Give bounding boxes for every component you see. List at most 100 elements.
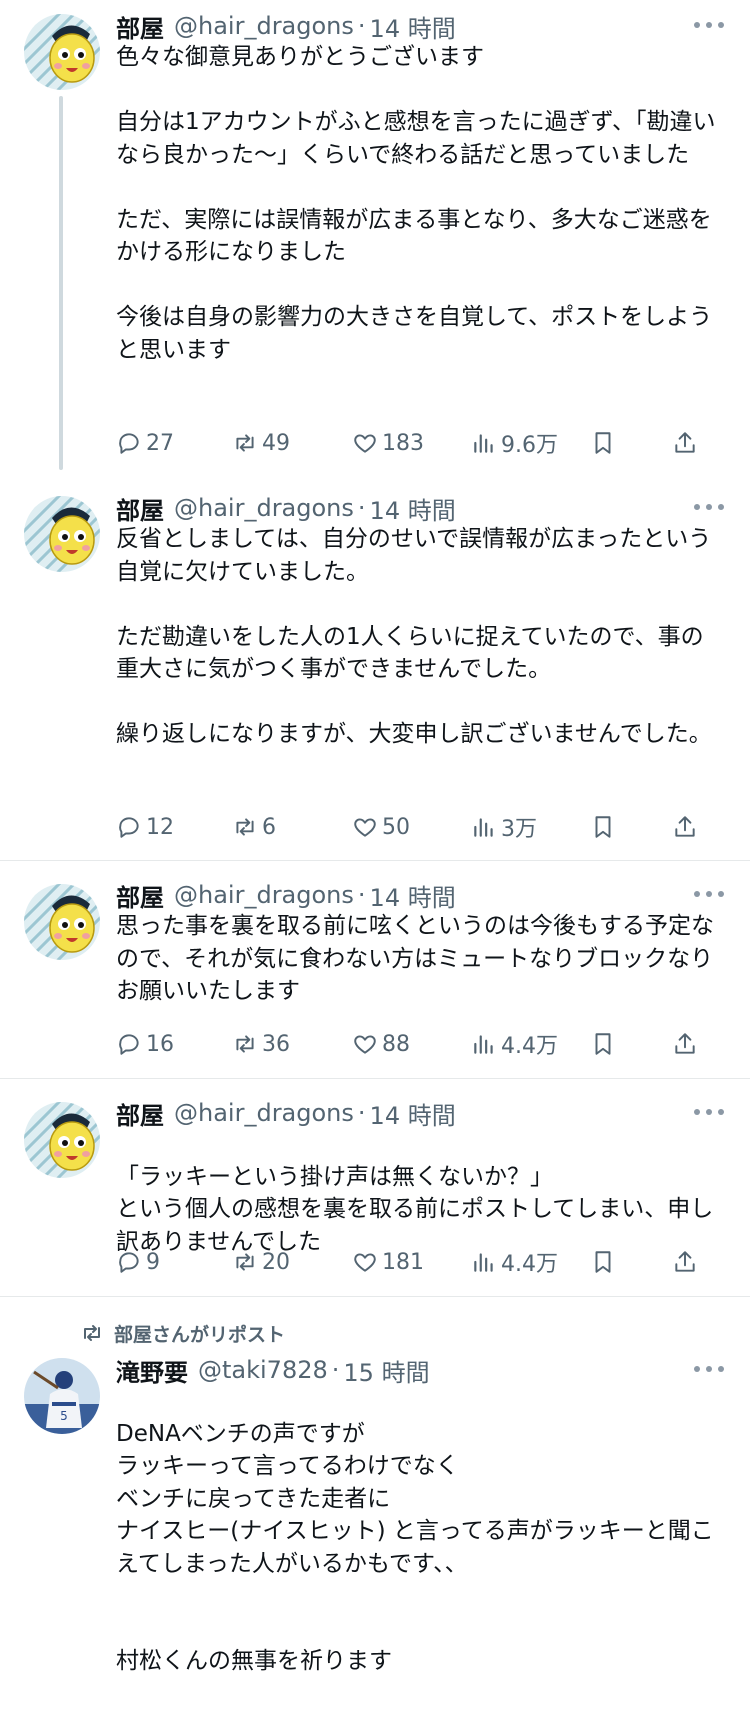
reply-button[interactable]: 16: [116, 1028, 174, 1060]
separator: ·: [357, 881, 366, 909]
like-button[interactable]: 88: [352, 1028, 410, 1060]
share-button[interactable]: [672, 427, 702, 459]
bookmark-button[interactable]: [590, 427, 620, 459]
tweet-header: 部屋 @hair_dragons · 14 時間: [116, 8, 456, 44]
avatar[interactable]: [24, 1102, 100, 1178]
mascot-avatar-image: [24, 1102, 100, 1178]
view-count: 4.4万: [501, 1034, 558, 1059]
timestamp[interactable]: 14 時間: [370, 1096, 456, 1131]
heart-icon: [354, 818, 376, 837]
tweet-paragraph: 思った事を裏を取る前に呟くというのは今後もする予定なので、それが気に食わない方は…: [116, 913, 714, 1004]
share-icon: [675, 1251, 695, 1272]
timestamp[interactable]: 14 時間: [370, 878, 456, 913]
views-icon: [474, 1253, 493, 1272]
timestamp[interactable]: 14 時間: [370, 9, 456, 44]
repost-button[interactable]: 20: [232, 1246, 290, 1278]
reply-icon: [119, 433, 139, 454]
user-handle[interactable]: @hair_dragons: [174, 1099, 354, 1127]
view-count: 9.6万: [501, 433, 558, 458]
heart-icon: [354, 1035, 376, 1054]
share-button[interactable]: [672, 811, 702, 843]
tweet[interactable]: 部屋 @hair_dragons · 14 時間 思った事を裏を取る前に呟くとい…: [0, 861, 750, 1078]
share-icon: [675, 816, 695, 837]
view-count: 3万: [501, 817, 537, 842]
mascot-avatar-image: [24, 496, 100, 572]
repost-icon: [236, 1035, 254, 1053]
repost-count: 20: [262, 1249, 290, 1275]
tweet-text: 反省としましては、自分のせいで誤情報が広まったという自覚に欠けていました。 ただ…: [116, 523, 726, 751]
bookmark-button[interactable]: [590, 1246, 620, 1278]
repost-icon: [236, 818, 254, 836]
tweet-paragraph: 反省としましては、自分のせいで誤情報が広まったという自覚に欠けていました。: [116, 526, 712, 585]
tweet-paragraph: ただ勘違いをした人の1人くらいに捉えていたので、事の重大さに気がつく事ができませ…: [116, 623, 704, 683]
reposted-tweet[interactable]: 部屋さんがリポスト 5 滝野要 @taki7828 · 15 時間 DeNAベン…: [0, 1297, 750, 1674]
share-icon: [675, 432, 695, 453]
display-name[interactable]: 部屋: [116, 1096, 164, 1131]
user-handle[interactable]: @taki7828: [198, 1356, 328, 1384]
bookmark-icon: [595, 1033, 611, 1055]
more-options-icon[interactable]: [694, 1107, 724, 1117]
views-icon: [474, 1035, 493, 1054]
avatar[interactable]: [24, 884, 100, 960]
like-count: 183: [382, 430, 424, 456]
repost-button[interactable]: 36: [232, 1028, 290, 1060]
repost-context-label: 部屋さんがリポスト: [114, 1323, 286, 1346]
reply-button[interactable]: 27: [116, 427, 174, 459]
more-options-icon[interactable]: [694, 20, 724, 30]
user-handle[interactable]: @hair_dragons: [174, 881, 354, 909]
display-name[interactable]: 滝野要: [116, 1353, 188, 1388]
like-button[interactable]: 50: [352, 811, 410, 843]
tweet-header: 部屋 @hair_dragons · 14 時間: [116, 490, 456, 526]
mascot-avatar-image: [24, 884, 100, 960]
view-count: 4.4万: [501, 1252, 558, 1277]
display-name[interactable]: 部屋: [116, 491, 164, 526]
separator: ·: [357, 12, 366, 40]
share-button[interactable]: [672, 1028, 702, 1060]
like-count: 88: [382, 1031, 410, 1057]
avatar[interactable]: [24, 496, 100, 572]
views-button[interactable]: 4.4万: [471, 1028, 558, 1060]
user-handle[interactable]: @hair_dragons: [174, 494, 354, 522]
tweet[interactable]: 部屋 @hair_dragons · 14 時間 「ラッキーという掛け声は無くな…: [0, 1079, 750, 1296]
tweet-header: 滝野要 @taki7828 · 15 時間: [116, 1352, 430, 1388]
tweet-paragraph: 今後は自身の影響力の大きさを自覚して、ポストをしようと思います: [116, 304, 713, 363]
reply-button[interactable]: 12: [116, 811, 174, 843]
tweet-paragraph: 色々な御意見ありがとうございます: [116, 44, 484, 70]
separator: ·: [357, 494, 366, 522]
repost-context[interactable]: 部屋さんがリポスト: [80, 1317, 285, 1349]
repost-icon: [236, 1253, 254, 1271]
tweet[interactable]: 部屋 @hair_dragons · 14 時間 色々な御意見ありがとうございま…: [0, 0, 750, 470]
bookmark-button[interactable]: [590, 1028, 620, 1060]
like-count: 181: [382, 1249, 424, 1275]
tweet[interactable]: 部屋 @hair_dragons · 14 時間 反省としましては、自分のせいで…: [0, 470, 750, 860]
more-options-icon[interactable]: [694, 1364, 724, 1374]
share-button[interactable]: [672, 1246, 702, 1278]
more-options-icon[interactable]: [694, 502, 724, 512]
views-button[interactable]: 4.4万: [471, 1246, 558, 1278]
repost-count: 36: [262, 1031, 290, 1057]
views-button[interactable]: 3万: [471, 811, 537, 843]
timestamp[interactable]: 15 時間: [343, 1353, 429, 1388]
tweet-text: 思った事を裏を取る前に呟くというのは今後もする予定なので、それが気に食わない方は…: [116, 910, 726, 1008]
baseball-player-avatar-image: 5: [24, 1358, 100, 1434]
bookmark-icon: [595, 1251, 611, 1273]
reply-button[interactable]: 9: [116, 1246, 160, 1278]
user-handle[interactable]: @hair_dragons: [174, 12, 354, 40]
display-name[interactable]: 部屋: [116, 878, 164, 913]
views-button[interactable]: 9.6万: [471, 427, 558, 459]
bookmark-button[interactable]: [590, 811, 620, 843]
avatar[interactable]: [24, 14, 100, 90]
timestamp[interactable]: 14 時間: [370, 491, 456, 526]
reply-count: 16: [146, 1031, 174, 1057]
avatar[interactable]: 5: [24, 1358, 100, 1434]
like-button[interactable]: 181: [352, 1246, 424, 1278]
repost-button[interactable]: 49: [232, 427, 290, 459]
more-options-icon[interactable]: [694, 889, 724, 899]
heart-icon: [354, 1253, 376, 1272]
like-button[interactable]: 183: [352, 427, 424, 459]
tweet-paragraph: 自分は1アカウントがふと感想を言ったに過ぎず、「勘違いなら良かった〜」くらいで終…: [116, 109, 716, 168]
display-name[interactable]: 部屋: [116, 9, 164, 44]
repost-button[interactable]: 6: [232, 811, 276, 843]
separator: ·: [331, 1356, 340, 1384]
bookmark-icon: [595, 432, 611, 454]
